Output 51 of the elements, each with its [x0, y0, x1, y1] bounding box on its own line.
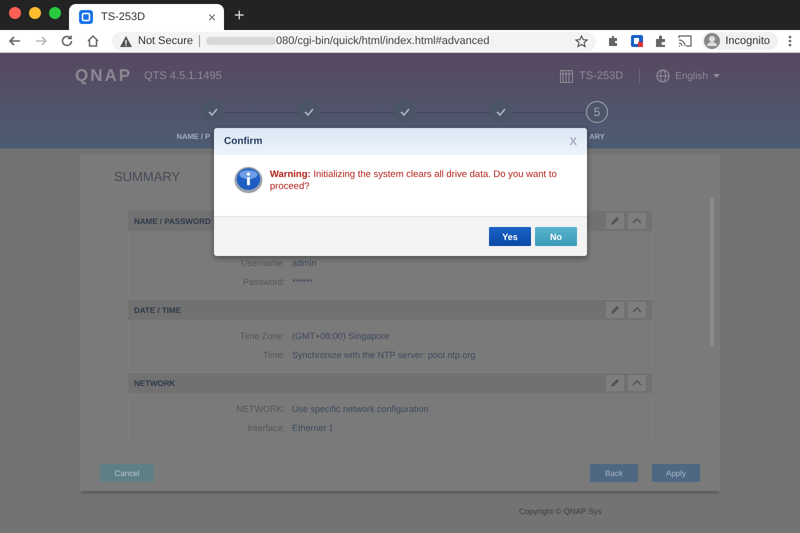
security-label: Not Secure: [138, 35, 194, 47]
current-step-marker: 5: [586, 101, 608, 123]
warning-message: Warning: Initializing the system clears all drive data. Do you want to proceed?: [270, 169, 558, 193]
reload-icon[interactable]: [60, 34, 74, 48]
home-icon[interactable]: [86, 34, 100, 48]
cast-icon[interactable]: [678, 34, 692, 48]
maximize-window-icon[interactable]: [49, 7, 61, 19]
nas-device-icon: [560, 70, 574, 82]
completed-step-icon: [394, 101, 416, 123]
blurred-address: [206, 37, 276, 45]
app-icon: [79, 10, 93, 24]
completed-step-icon: [202, 101, 224, 123]
avatar-icon: [704, 33, 720, 49]
tab-title: TS-253D: [101, 11, 146, 23]
pencil-icon: [610, 216, 620, 226]
star-icon[interactable]: [575, 34, 588, 48]
back-arrow-icon[interactable]: [8, 34, 22, 48]
completed-step-icon: [298, 101, 320, 123]
close-window-icon[interactable]: [9, 7, 21, 19]
url-text: 080/cgi-bin/quick/html/index.html#advanced: [276, 35, 490, 47]
browser-tab[interactable]: TS-253D ×: [69, 4, 224, 30]
section-title: NETWORK: [134, 378, 176, 388]
globe-icon: [656, 69, 670, 83]
menu-icon[interactable]: [788, 34, 792, 48]
completed-step-icon: [490, 101, 512, 123]
profile-button[interactable]: Incognito: [702, 32, 778, 50]
chevron-up-icon: [632, 307, 642, 313]
qnap-logo: QNAP: [75, 66, 132, 86]
address-bar[interactable]: Not Secure 080/cgi-bin/quick/html/index.html#advanced: [112, 32, 596, 50]
field-value: ******: [292, 276, 314, 286]
chevron-up-icon: [632, 218, 642, 224]
minimize-window-icon[interactable]: [29, 7, 41, 19]
version-label: QTS 4.5.1.1495: [144, 70, 222, 82]
field-value: admin: [292, 258, 317, 268]
dialog-title: Confirm: [224, 136, 264, 147]
section-title: NAME / PASSWORD: [134, 216, 211, 226]
pencil-icon: [610, 305, 620, 315]
field-value: Synchronize with the NTP server: pool.ntp.org: [292, 350, 476, 360]
section-title: DATE / TIME: [134, 306, 181, 314]
caret-icon: [713, 74, 720, 78]
close-tab-button[interactable]: ×: [208, 9, 216, 25]
new-tab-button[interactable]: +: [224, 5, 245, 30]
warning-icon: [120, 36, 132, 46]
info-icon: [234, 165, 263, 195]
yes-button[interactable]: Yes: [489, 227, 531, 246]
field-value: Ethernet 1: [292, 422, 334, 432]
field-value: Use specific network configuration: [292, 404, 429, 414]
device-name: TS-253D: [579, 70, 624, 82]
pencil-icon: [610, 378, 620, 388]
chevron-up-icon: [632, 380, 642, 386]
field-value: (GMT+08:00) Singapore: [292, 330, 390, 340]
